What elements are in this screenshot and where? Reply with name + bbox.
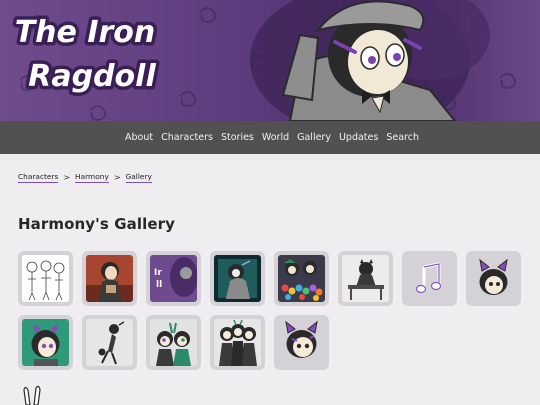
breadcrumb-separator: > xyxy=(113,173,121,182)
music-note-icon-thumbnail xyxy=(406,255,453,302)
purple-banner-thumbnail: Ir ll xyxy=(150,255,197,302)
warm-character-thumbnail xyxy=(86,255,133,302)
teal-portrait-thumbnail xyxy=(22,319,69,366)
cat-ear-face-thumbnail xyxy=(470,255,517,302)
nav-about[interactable]: About xyxy=(121,121,157,154)
main-nav: About Characters Stories World Gallery U… xyxy=(0,121,540,154)
nav-characters[interactable]: Characters xyxy=(157,121,217,154)
gallery-thumb[interactable] xyxy=(18,251,73,306)
gallery-grid: Ir ll xyxy=(18,251,528,370)
breadcrumb: Characters > Harmony > Gallery xyxy=(18,172,152,183)
dark-teal-scene-thumbnail xyxy=(214,255,261,302)
logo-line-2: Ragdoll xyxy=(28,59,156,94)
gallery-thumb[interactable] xyxy=(274,251,329,306)
bunny-ears-icon xyxy=(23,385,41,405)
gallery-thumb[interactable] xyxy=(82,315,137,370)
nav-stories[interactable]: Stories xyxy=(217,121,258,154)
breadcrumb-harmony[interactable]: Harmony xyxy=(75,172,109,183)
gallery-thumb[interactable] xyxy=(466,251,521,306)
page-title: Harmony's Gallery xyxy=(18,215,175,233)
breadcrumb-characters[interactable]: Characters xyxy=(18,172,59,183)
sketch-lineup-thumbnail xyxy=(22,255,69,302)
gallery-thumb[interactable] xyxy=(338,251,393,306)
duo-teal-thumbnail xyxy=(150,319,197,366)
site-logo[interactable]: The Iron The Iron Ragdoll Ragdoll xyxy=(0,0,170,100)
svg-text:ll: ll xyxy=(156,280,162,290)
nav-search[interactable]: Search xyxy=(382,121,423,154)
gallery-thumb[interactable] xyxy=(274,315,329,370)
nav-world[interactable]: World xyxy=(258,121,293,154)
gallery-thumb[interactable] xyxy=(210,251,265,306)
breadcrumb-gallery[interactable]: Gallery xyxy=(125,172,152,183)
group-dark-thumbnail xyxy=(214,319,261,366)
gallery-thumb[interactable] xyxy=(210,315,265,370)
desk-scene-thumbnail xyxy=(342,255,389,302)
nav-updates[interactable]: Updates xyxy=(335,121,382,154)
black-white-figure-thumbnail xyxy=(86,319,133,366)
gallery-thumb[interactable] xyxy=(82,251,137,306)
nav-gallery[interactable]: Gallery xyxy=(293,121,335,154)
gallery-thumb[interactable] xyxy=(402,251,457,306)
svg-text:Ir: Ir xyxy=(154,268,162,278)
gallery-thumb[interactable] xyxy=(146,315,201,370)
gallery-thumb[interactable]: Ir ll xyxy=(146,251,201,306)
gallery-thumb[interactable] xyxy=(18,315,73,370)
breadcrumb-separator: > xyxy=(63,173,71,182)
logo-line-1: The Iron xyxy=(15,15,156,50)
purple-ears-face-thumbnail xyxy=(278,319,325,366)
colorful-bubbles-thumbnail xyxy=(278,255,325,302)
site-banner: The Iron The Iron Ragdoll Ragdoll xyxy=(0,0,540,121)
